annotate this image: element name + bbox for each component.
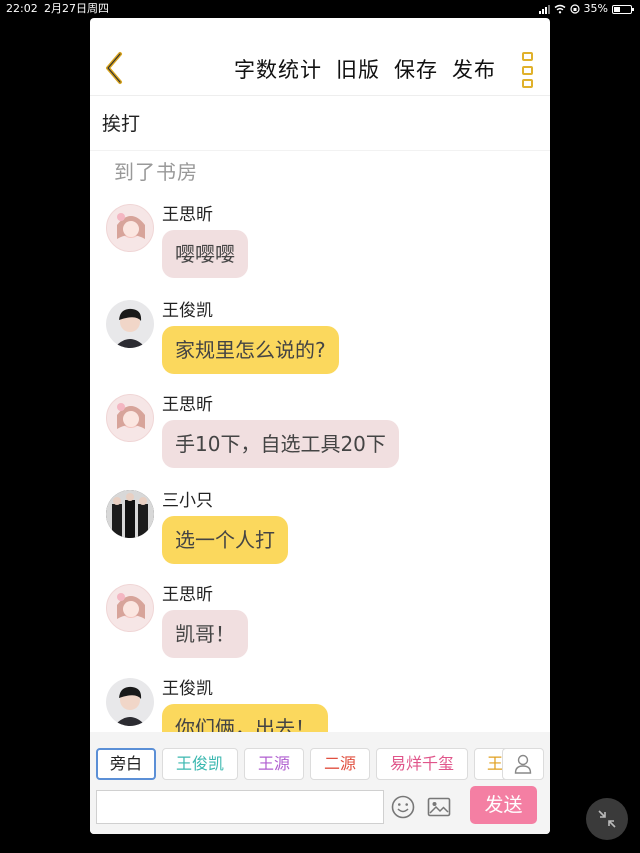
role-chip[interactable]: 二源 (310, 748, 370, 780)
avatar (106, 394, 154, 442)
chat-message[interactable]: 王俊凯 你们俩，出去！ (106, 678, 526, 732)
sender-name: 王思昕 (162, 205, 213, 225)
avatar (106, 678, 154, 726)
publish-button[interactable]: 发布 (452, 54, 496, 84)
image-icon[interactable] (426, 794, 452, 820)
message-bubble[interactable]: 凯哥！ (162, 610, 248, 658)
message-bubble[interactable]: 家规里怎么说的? (162, 326, 339, 374)
emoji-icon[interactable] (390, 794, 416, 820)
wifi-icon (554, 4, 566, 14)
more-menu-icon[interactable] (520, 52, 534, 88)
role-chip-narrator[interactable]: 旁白 (96, 748, 156, 780)
rotation-lock-icon (569, 4, 580, 14)
battery-percent: 35% (583, 2, 608, 15)
status-time: 22:02 (6, 2, 38, 15)
chat-message[interactable]: 三小只 选一个人打 (106, 490, 526, 580)
chat-area[interactable]: 到了书房 王思昕 嘤嘤嘤 王俊凯 家规里怎么说的? 王思昕 手10下，自选工具2… (90, 152, 550, 732)
person-icon (514, 754, 532, 774)
sender-name: 王思昕 (162, 395, 213, 415)
message-bubble[interactable]: 选一个人打 (162, 516, 288, 564)
sender-name: 王俊凯 (162, 301, 213, 321)
sender-name: 王俊凯 (162, 679, 213, 699)
battery-icon (612, 4, 634, 14)
role-chip-bar[interactable]: 旁白 王俊凯 王源 二源 易烊千玺 王 (96, 748, 550, 782)
sender-name: 王思昕 (162, 585, 213, 605)
message-bubble[interactable]: 嘤嘤嘤 (162, 230, 248, 278)
contacts-button[interactable] (502, 748, 544, 780)
back-icon[interactable] (100, 50, 130, 86)
avatar (106, 300, 154, 348)
avatar (106, 584, 154, 632)
chat-message[interactable]: 王思昕 手10下，自选工具20下 (106, 394, 526, 484)
narration-text: 到了书房 (114, 160, 198, 184)
message-bubble[interactable]: 你们俩，出去！ (162, 704, 328, 732)
chat-message[interactable]: 王思昕 凯哥！ (106, 584, 526, 674)
signal-icon (538, 4, 550, 14)
status-indicators: 35% (538, 0, 634, 18)
message-input[interactable] (96, 790, 384, 824)
old-version-button[interactable]: 旧版 (336, 54, 380, 84)
avatar (106, 204, 154, 252)
avatar (106, 490, 154, 538)
role-chip[interactable]: 王源 (244, 748, 304, 780)
chat-message[interactable]: 王思昕 嘤嘤嘤 (106, 204, 526, 294)
editor-card: 字数统计 旧版 保存 发布 挨打 到了书房 王思昕 嘤嘤嘤 王俊凯 家规里怎么说… (90, 18, 550, 834)
collapse-arrows-icon (598, 810, 616, 828)
chapter-title[interactable]: 挨打 (90, 97, 550, 151)
status-bar: 22:02 2月27日周四 35% (0, 0, 640, 18)
sender-name: 三小只 (162, 491, 213, 511)
composer-bar: 旁白 王俊凯 王源 二源 易烊千玺 王 发送 (90, 732, 550, 834)
role-chip[interactable]: 易烊千玺 (376, 748, 468, 780)
role-chip[interactable]: 王俊凯 (162, 748, 238, 780)
chat-message[interactable]: 王俊凯 家规里怎么说的? (106, 300, 526, 390)
header: 字数统计 旧版 保存 发布 (90, 18, 550, 96)
status-date: 2月27日周四 (44, 2, 109, 15)
minimize-button[interactable] (586, 798, 628, 840)
header-actions: 字数统计 旧版 保存 发布 (234, 54, 496, 84)
save-button[interactable]: 保存 (394, 54, 438, 84)
word-count-button[interactable]: 字数统计 (234, 54, 322, 84)
send-button[interactable]: 发送 (470, 786, 537, 824)
message-bubble[interactable]: 手10下，自选工具20下 (162, 420, 399, 468)
